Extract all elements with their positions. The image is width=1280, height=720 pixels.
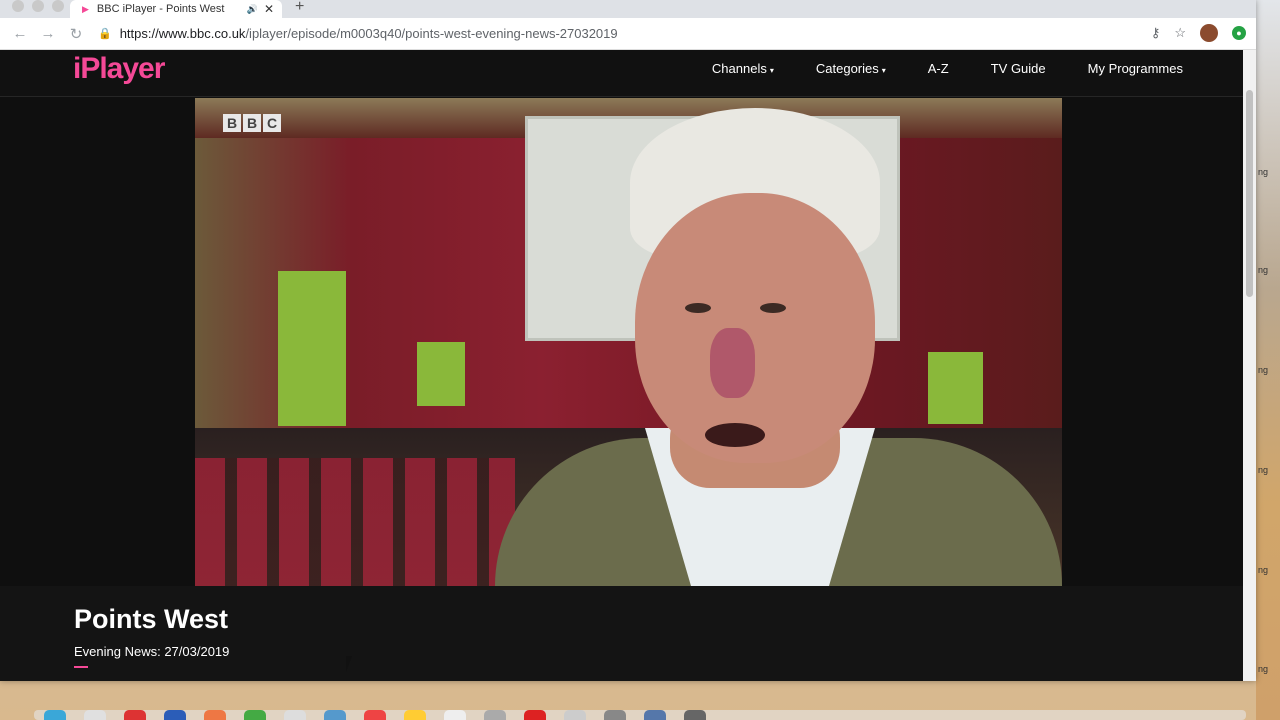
- speaker-icon[interactable]: 🔊: [247, 4, 258, 15]
- video-frame-eye: [685, 303, 711, 313]
- page-scrollbar[interactable]: [1243, 50, 1256, 681]
- video-frame-seats: [195, 458, 515, 586]
- nav-channels[interactable]: Channels ▾: [712, 61, 774, 76]
- dock-app-icon[interactable]: [644, 710, 666, 720]
- video-frame-person-nose: [710, 328, 755, 398]
- nav-label: Categories: [815, 61, 879, 76]
- dock-app-icon[interactable]: [364, 710, 386, 720]
- arrow-right-icon[interactable]: →: [34, 25, 62, 42]
- nav-a-z[interactable]: A-Z: [928, 61, 949, 76]
- dock-app-icon[interactable]: [284, 710, 306, 720]
- desktop-wallpaper-edge: [1256, 0, 1280, 720]
- nav-categories[interactable]: Categories ▾: [816, 61, 886, 76]
- url-path: /iplayer/episode/m0003q40/points-west-ev…: [245, 26, 618, 41]
- dock-app-icon[interactable]: [684, 710, 706, 720]
- nav-my-programmes[interactable]: My Programmes: [1088, 61, 1183, 76]
- video-frame-person-face: [635, 193, 875, 463]
- arrow-left-icon[interactable]: ←: [6, 25, 34, 42]
- dock-app-icon[interactable]: [44, 710, 66, 720]
- key-icon[interactable]: ⚷: [1151, 25, 1161, 41]
- minimize-window-button[interactable]: [32, 0, 44, 12]
- desktop-file-label[interactable]: ng: [1258, 167, 1268, 177]
- video-frame-banner: [928, 352, 983, 424]
- video-frame-banner: [278, 271, 346, 426]
- address-bar[interactable]: https://www.bbc.co.uk/iplayer/episode/m0…: [120, 26, 618, 41]
- mouse-cursor-icon: [346, 656, 358, 672]
- accent-underline: [74, 666, 88, 668]
- video-player[interactable]: B B C: [195, 98, 1062, 586]
- desktop-file-label[interactable]: ng: [1258, 465, 1268, 475]
- new-tab-button[interactable]: +: [295, 0, 304, 16]
- dock-app-icon[interactable]: [444, 710, 466, 720]
- dock-app-icon[interactable]: [484, 710, 506, 720]
- toolbar-actions: ⚷ ☆ ●: [1151, 24, 1246, 42]
- desktop-file-label[interactable]: ng: [1258, 265, 1268, 275]
- dock-app-icon[interactable]: [204, 710, 226, 720]
- video-frame-person-mouth: [705, 423, 765, 447]
- bbc-watermark: B B C: [223, 114, 281, 132]
- desktop-file-label[interactable]: ng: [1258, 664, 1268, 674]
- main-navigation: Channels ▾ Categories ▾ A-Z TV Guide My Pr…: [670, 50, 1183, 87]
- window-controls: [12, 0, 64, 12]
- dock-app-icon[interactable]: [244, 710, 266, 720]
- programme-title: Points West: [74, 604, 229, 634]
- extension-icon[interactable]: ●: [1232, 26, 1246, 40]
- macos-dock: [34, 710, 1246, 720]
- star-icon[interactable]: ☆: [1174, 25, 1186, 41]
- video-frame-eye: [760, 303, 786, 313]
- dock-app-icon[interactable]: [164, 710, 186, 720]
- maximize-window-button[interactable]: [52, 0, 64, 12]
- lock-icon[interactable]: 🔒: [98, 27, 112, 40]
- dock-app-icon[interactable]: [564, 710, 586, 720]
- dock-app-icon[interactable]: [404, 710, 426, 720]
- bbc-letter: B: [243, 114, 261, 132]
- iplayer-logo[interactable]: iPlayer: [73, 52, 165, 86]
- nav-label: Channels: [711, 61, 767, 76]
- scrollbar-thumb[interactable]: [1246, 90, 1253, 297]
- desktop-file-label[interactable]: ng: [1258, 365, 1268, 375]
- bbc-letter: C: [263, 114, 281, 132]
- profile-avatar[interactable]: [1200, 24, 1218, 42]
- url-host: www.bbc.co.uk: [158, 26, 246, 41]
- dock-app-icon[interactable]: [604, 710, 626, 720]
- caret-down-icon: ▾: [769, 66, 774, 75]
- close-window-button[interactable]: [12, 0, 24, 12]
- programme-info: Points West Evening News: 27/03/2019: [0, 586, 1243, 681]
- iplayer-favicon-icon: ▶: [82, 3, 89, 14]
- browser-tab[interactable]: ▶ BBC iPlayer - Points West 🔊 ✕: [70, 0, 282, 18]
- episode-subtitle: Evening News: 27/03/2019: [74, 644, 230, 659]
- dock-app-icon[interactable]: [124, 710, 146, 720]
- iplayer-header: iPlayer Channels ▾ Categories ▾ A-Z TV Gui…: [0, 50, 1243, 97]
- iplayer-page: iPlayer Channels ▾ Categories ▾ A-Z TV Gui…: [0, 50, 1243, 681]
- dock-app-icon[interactable]: [84, 710, 106, 720]
- nav-tv-guide[interactable]: TV Guide: [991, 61, 1046, 76]
- reload-icon[interactable]: ↻: [62, 25, 90, 43]
- tab-title: BBC iPlayer - Points West: [96, 3, 225, 15]
- bbc-letter: B: [223, 114, 241, 132]
- tab-close-icon[interactable]: ✕: [264, 2, 274, 16]
- caret-down-icon: ▾: [881, 66, 886, 75]
- dock-app-icon[interactable]: [324, 710, 346, 720]
- video-frame-banner: [417, 342, 465, 406]
- url-protocol: https://: [119, 26, 159, 41]
- tab-strip: ▶ BBC iPlayer - Points West 🔊 ✕ +: [0, 0, 1256, 18]
- desktop-file-label[interactable]: ng: [1258, 565, 1268, 575]
- browser-toolbar: ← → ↻ 🔒 https://www.bbc.co.uk/iplayer/ep…: [0, 18, 1256, 50]
- dock-app-icon[interactable]: [524, 710, 546, 720]
